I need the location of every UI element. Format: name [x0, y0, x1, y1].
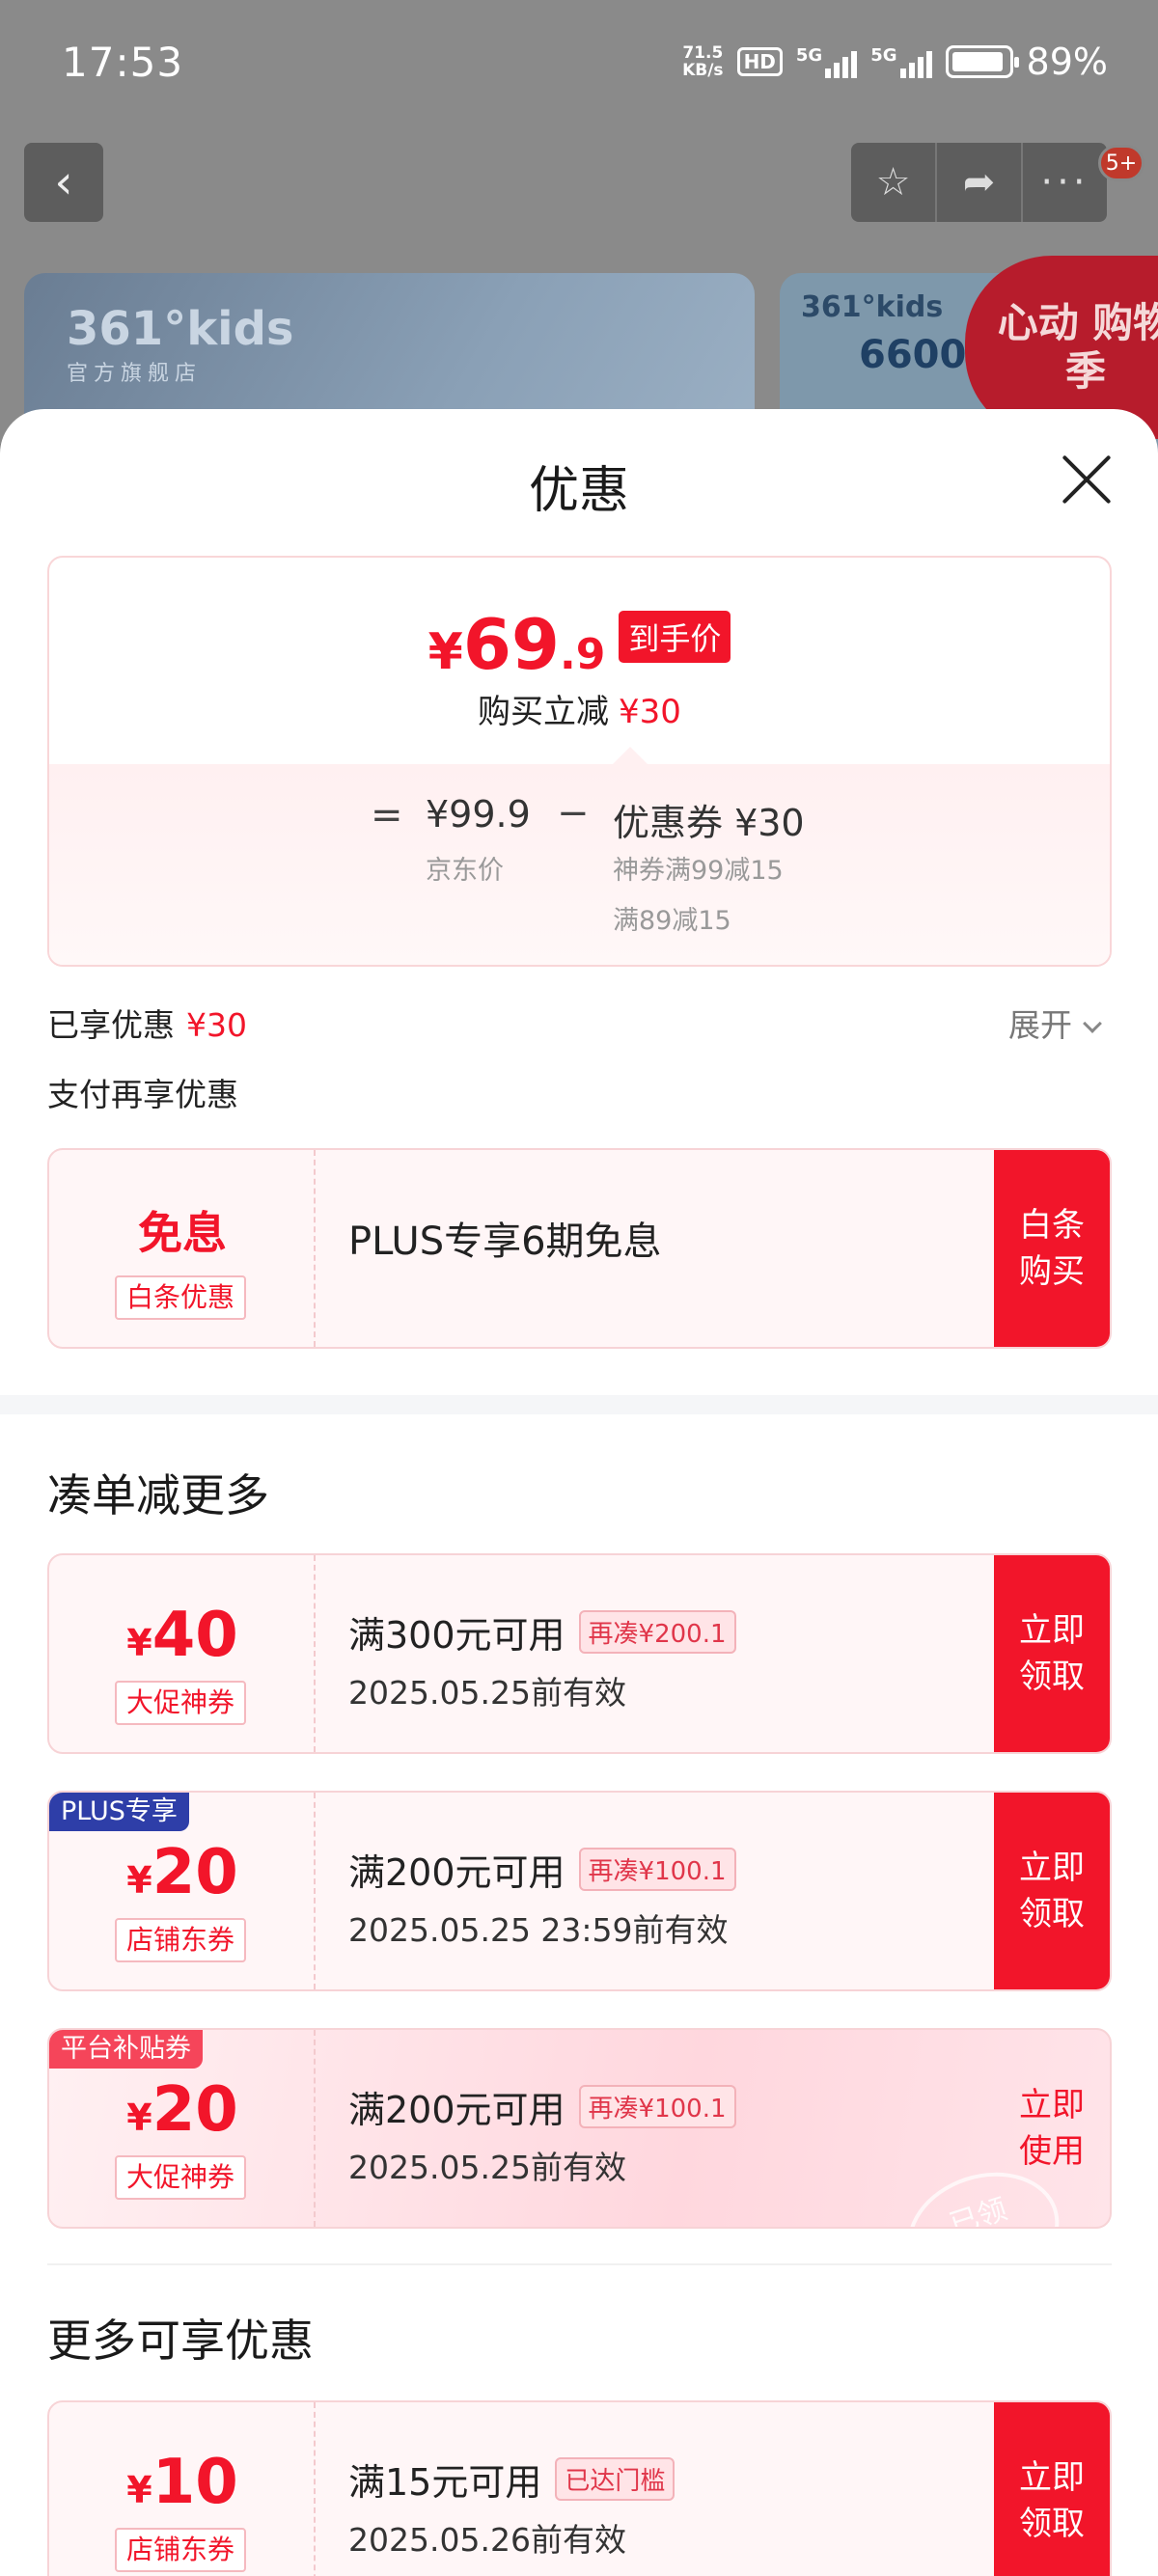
- use-button[interactable]: 立即 使用: [994, 2030, 1110, 2227]
- claim-button[interactable]: 立即 领取: [994, 1793, 1110, 1989]
- coupon-total: 优惠券 ¥30: [613, 802, 805, 844]
- price-breakdown: = ¥99.9 京东价 − 优惠券 ¥30 神券满99减15 满89减15: [49, 747, 1110, 965]
- more-icon[interactable]: ···: [1023, 143, 1107, 222]
- signal-icon: 5G: [870, 45, 932, 78]
- coupon-amount: ¥10: [126, 2447, 238, 2518]
- coupon-card: ¥10 店铺东券 满15元可用 已达门槛 2025.05.26前有效 立即 领取: [47, 2400, 1112, 2576]
- status-bar: 17:53 71.5 KB/s HD 5G 5G 89%: [0, 0, 1158, 130]
- hd-voice-icon: HD: [736, 47, 783, 76]
- coupon-condition: 满15元可用 已达门槛: [348, 2453, 676, 2506]
- coupon-type-tag: 大促神券: [115, 1681, 247, 1725]
- coupon-expiry: 2025.05.25前有效: [348, 1674, 626, 1712]
- back-button[interactable]: ‹: [24, 143, 103, 222]
- header-actions: ☆ ➦ ···: [851, 143, 1107, 222]
- instant-discount: 购买立减 ¥30: [478, 693, 681, 731]
- claim-button[interactable]: 立即 领取: [994, 1555, 1110, 1752]
- status-icons: 71.5 KB/s HD 5G 5G 89%: [682, 41, 1108, 83]
- coupon-detail: 满89减15: [613, 906, 731, 936]
- coupon-detail: 神券满99减15: [613, 856, 784, 886]
- coupon-expiry: 2025.05.25前有效: [348, 2149, 626, 2186]
- final-price-panel: ¥ 69 .9 到手价 购买立减 ¥30 = ¥99.9 京东价 − 优惠券 ¥3…: [47, 556, 1112, 967]
- brand-logo: 361°kids: [801, 290, 944, 324]
- coupon-type-tag: 店铺东券: [115, 2528, 247, 2572]
- sheet-title: 优惠: [528, 462, 629, 520]
- coupon-card: ¥20 大促神券 平台补贴券 满200元可用 再凑¥100.1 2025.05.2…: [47, 2028, 1112, 2229]
- star-icon[interactable]: ☆: [851, 143, 937, 222]
- coupon-type-tag: 店铺东券: [115, 1918, 247, 1962]
- jd-price-label: 京东价: [426, 856, 504, 886]
- network-speed: 71.5 KB/s: [682, 43, 724, 80]
- chevron-left-icon: ‹: [54, 155, 73, 209]
- close-icon[interactable]: [1060, 452, 1114, 507]
- coupon-amount: ¥40: [126, 1600, 238, 1671]
- section-title: 凑单减更多: [47, 1469, 269, 1521]
- gap-tag: 再凑¥100.1: [578, 2085, 736, 2128]
- battery-icon: [945, 45, 1019, 78]
- final-price: ¥ 69 .9 到手价: [49, 604, 1110, 685]
- coupon-card: ¥40 大促神券 满300元可用 再凑¥200.1 2025.05.25前有效 立…: [47, 1553, 1112, 1754]
- platform-subsidy-tag: 平台补贴券: [49, 2030, 203, 2069]
- baitiao-card: 免息 白条优惠 PLUS专享6期免息 白条 购买: [47, 1148, 1112, 1349]
- share-icon[interactable]: ➦: [937, 143, 1023, 222]
- coupon-expiry: 2025.05.25 23:59前有效: [348, 1911, 729, 1949]
- coupon-condition: 满300元可用 再凑¥200.1: [348, 1605, 736, 1658]
- gap-tag: 再凑¥200.1: [578, 1610, 736, 1654]
- coupon-card: ¥20 店铺东券 PLUS专享 满200元可用 再凑¥100.1 2025.05.…: [47, 1791, 1112, 1991]
- enjoyed-discount: 已享优惠 ¥30: [47, 1006, 247, 1044]
- coupon-expiry: 2025.05.26前有效: [348, 2521, 626, 2559]
- discount-sheet: 优惠 ¥ 69 .9 到手价 购买立减 ¥30 = ¥99.9 京东价 − 优惠券…: [0, 409, 1158, 2576]
- section-divider: [0, 1395, 1158, 1414]
- baitiao-description: PLUS专享6期免息: [348, 1219, 662, 1264]
- final-price-tag: 到手价: [619, 611, 731, 663]
- pay-more-label: 支付再享优惠: [47, 1076, 238, 1113]
- jd-price: ¥99.9: [426, 793, 531, 836]
- notification-badge: 5+: [1098, 145, 1144, 181]
- signal-icon: 5G: [796, 45, 858, 78]
- coupon-amount: ¥20: [126, 2074, 238, 2146]
- gap-tag: 再凑¥100.1: [578, 1848, 736, 1891]
- equals-sign: =: [371, 793, 403, 837]
- claim-button[interactable]: 立即 领取: [994, 2402, 1110, 2576]
- coupon-condition: 满200元可用 再凑¥100.1: [348, 2080, 736, 2133]
- expand-button[interactable]: 展开: [1008, 1000, 1102, 1046]
- baitiao-buy-button[interactable]: 白条 购买: [994, 1150, 1110, 1347]
- plus-exclusive-tag: PLUS专享: [49, 1793, 189, 1831]
- status-time: 17:53: [62, 39, 184, 86]
- interest-free-label: 免息: [138, 1207, 227, 1259]
- threshold-met-tag: 已达门槛: [555, 2457, 676, 2501]
- minus-sign: −: [557, 791, 590, 836]
- divider: [47, 2263, 1112, 2265]
- coupon-condition: 满200元可用 再凑¥100.1: [348, 1843, 736, 1896]
- battery-level: 89%: [1026, 41, 1108, 83]
- coupon-type-tag: 大促神券: [115, 2155, 247, 2200]
- coupon-amount: ¥20: [126, 1837, 238, 1908]
- brand-logo: 361°kids 官方旗舰店: [67, 302, 294, 386]
- coupon-type-tag: 白条优惠: [115, 1275, 247, 1320]
- chevron-down-icon: [1083, 1014, 1102, 1033]
- section-title: 更多可享优惠: [47, 2315, 314, 2367]
